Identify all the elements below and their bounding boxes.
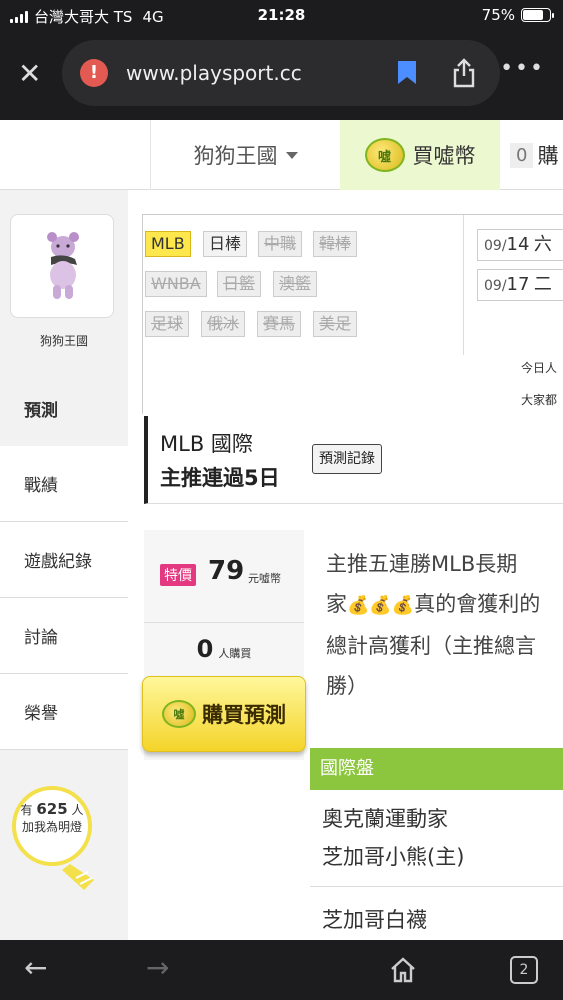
tabs-icon[interactable]: 2 xyxy=(510,956,538,984)
league-tag[interactable]: MLB xyxy=(145,231,191,257)
lamp-followers: 有 625 人 加我為明燈 xyxy=(12,800,92,835)
league-tag[interactable]: 美足 xyxy=(313,311,358,337)
browser-bottom-bar: ← → 2 xyxy=(0,940,563,1000)
home-team: 芝加哥小熊(主) xyxy=(322,845,465,869)
main-content: MLB 日棒 中職 韓棒 WNBA 日籃 澳籃 足球 俄冰 賽馬 美足 09/1… xyxy=(128,190,563,940)
battery-icon xyxy=(521,8,554,22)
buyers-count: 0 人購買 xyxy=(144,622,304,663)
side-menu: 預測 戰績 遊戲紀錄 討論 榮譽 xyxy=(0,370,128,750)
buy-coin-button[interactable]: 噓 買噓幣 xyxy=(340,120,500,190)
back-arrow-icon[interactable]: ← xyxy=(24,954,47,982)
info-line-everyone: 大家都 xyxy=(521,393,558,407)
header-username: 狗狗王國 xyxy=(193,144,278,168)
price-value: 79 xyxy=(208,556,245,586)
date-weekday: 二 xyxy=(533,274,552,295)
league-tag[interactable]: WNBA xyxy=(145,271,207,297)
cart-count: 0 xyxy=(510,142,534,168)
league-tag[interactable]: 澳籃 xyxy=(273,271,318,297)
buy-prediction-button[interactable]: 噓 購買預測 xyxy=(142,676,306,752)
cart-label: 購 xyxy=(537,144,559,168)
status-bar: 台灣大哥大 TS 4G 21:28 75% xyxy=(0,0,563,30)
url-text[interactable]: www.playsport.cc xyxy=(126,61,302,85)
more-icon[interactable]: ••• xyxy=(500,58,545,80)
browser-toolbar: ✕ ! www.playsport.cc ••• xyxy=(0,30,563,120)
avatar[interactable] xyxy=(10,214,114,318)
description-line: 家💰💰💰真的會獲利的 xyxy=(326,584,563,626)
sidebar-item-label: 榮譽 xyxy=(24,704,58,724)
sidebar-item-record[interactable]: 戰績 xyxy=(0,446,128,522)
prediction-header: MLB 國際 主推連過5日 預測記錄 xyxy=(144,416,563,504)
home-icon[interactable] xyxy=(389,956,417,984)
date-day: 17 xyxy=(506,274,530,295)
forward-arrow-icon[interactable]: → xyxy=(146,954,169,982)
description-line: 主推五連勝MLB長期 xyxy=(326,552,518,576)
away-team: 奧克蘭運動家 xyxy=(322,807,448,831)
buyers-label: 人購買 xyxy=(218,647,252,660)
date-day: 14 xyxy=(506,234,530,255)
lightbulb-icon[interactable] xyxy=(8,782,104,892)
date-button[interactable]: 09/17 二 xyxy=(477,269,563,301)
league-tag[interactable]: 賽馬 xyxy=(257,311,302,337)
matchup[interactable]: 奧克蘭運動家 芝加哥小熊(主) xyxy=(310,792,563,887)
streak-text: 主推連過5日 xyxy=(160,466,280,490)
description-line: 總計高獲利（主推總言 xyxy=(326,634,536,658)
date-button[interactable]: 09/14 六 xyxy=(477,229,563,261)
site-header: 狗狗王國 噓 買噓幣 0 購 xyxy=(0,120,563,190)
description-line: 勝） xyxy=(326,674,368,698)
sidebar-item-honors[interactable]: 榮譽 xyxy=(0,674,128,750)
date-month: 09/ xyxy=(484,278,507,294)
address-bar[interactable]: ! www.playsport.cc xyxy=(62,40,500,106)
dog-figurine-icon xyxy=(47,232,79,299)
coin-icon: 噓 xyxy=(162,700,196,728)
lamp-count: 625 xyxy=(36,800,68,818)
league-tag[interactable]: 日籃 xyxy=(217,271,262,297)
bookmark-icon[interactable] xyxy=(396,60,418,86)
sidebar-item-predictions[interactable]: 預測 xyxy=(0,370,128,446)
sidebar-username: 狗狗王國 xyxy=(39,334,88,348)
lamp-caption: 加我為明燈 xyxy=(21,820,82,834)
share-icon[interactable] xyxy=(452,58,476,88)
prediction-description: 主推五連勝MLB長期 家💰💰💰真的會獲利的 總計高獲利（主推總言 勝） xyxy=(326,544,563,706)
sidebar-item-label: 預測 xyxy=(24,400,58,421)
user-dropdown[interactable]: 狗狗王國 xyxy=(150,120,340,190)
next-team[interactable]: 芝加哥白襪 xyxy=(322,904,427,934)
info-line-today: 今日人 xyxy=(521,361,558,375)
battery-percent: 75% xyxy=(481,6,515,24)
sidebar-item-label: 遊戲紀錄 xyxy=(24,552,92,572)
sidebar-item-discussion[interactable]: 討論 xyxy=(0,598,128,674)
buyers-number: 0 xyxy=(196,635,214,663)
date-weekday: 六 xyxy=(533,234,552,255)
insecure-warning-icon[interactable]: ! xyxy=(80,59,108,87)
league-filter-panel: MLB 日棒 中職 韓棒 WNBA 日籃 澳籃 足球 俄冰 賽馬 美足 09/1… xyxy=(142,214,563,414)
coin-icon: 噓 xyxy=(364,138,405,172)
chevron-down-icon xyxy=(285,151,298,159)
date-month: 09/ xyxy=(484,238,507,254)
buy-prediction-label: 購買預測 xyxy=(202,703,286,727)
description-text: 真的會獲利的 xyxy=(414,592,541,616)
sidebar-item-game-history[interactable]: 遊戲紀錄 xyxy=(0,522,128,598)
lamp-prefix: 有 xyxy=(20,803,33,817)
description-text: 家 xyxy=(326,592,347,616)
market-header: 國際盤 xyxy=(310,748,563,790)
league-tag[interactable]: 足球 xyxy=(145,311,190,337)
close-icon[interactable]: ✕ xyxy=(18,60,41,88)
prediction-record-button[interactable]: 預測記錄 xyxy=(312,444,382,474)
buy-coin-label: 買噓幣 xyxy=(412,144,476,168)
league-tag[interactable]: 日棒 xyxy=(203,231,248,257)
sidebar: 狗狗王國 預測 戰績 遊戲紀錄 討論 榮譽 有 625 人 加我為明燈 xyxy=(0,190,128,940)
price-unit: 元噓幣 xyxy=(248,572,281,585)
league-tag[interactable]: 俄冰 xyxy=(201,311,246,337)
sidebar-item-label: 討論 xyxy=(24,628,58,648)
date-column xyxy=(463,215,464,355)
cart-button[interactable]: 0 購 xyxy=(510,120,563,190)
clock: 21:28 xyxy=(257,6,306,24)
sale-badge: 特價 xyxy=(160,564,196,586)
league-title: MLB 國際 xyxy=(160,432,253,456)
sidebar-item-label: 戰績 xyxy=(24,476,58,496)
lamp-suffix: 人 xyxy=(71,803,84,817)
league-tag[interactable]: 中職 xyxy=(258,231,303,257)
money-bag-icon: 💰💰💰 xyxy=(347,595,415,616)
league-tag[interactable]: 韓棒 xyxy=(313,231,358,257)
